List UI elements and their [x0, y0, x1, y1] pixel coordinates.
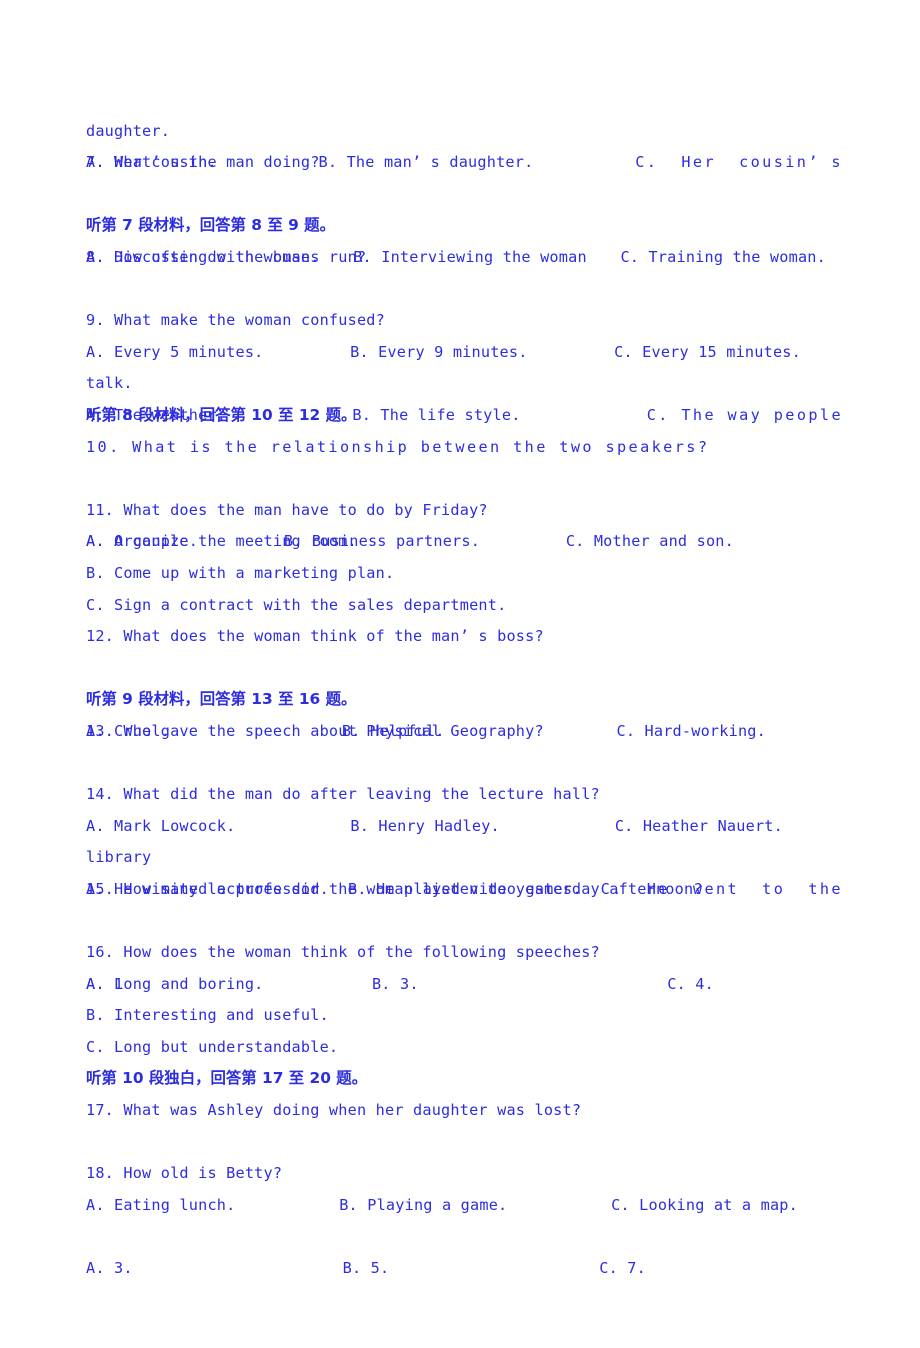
option-a: A. Long and boring.	[86, 974, 264, 993]
option-a: A. 3.	[86, 1258, 133, 1277]
question-stem: 12. What does the woman think of the man…	[86, 627, 544, 646]
option-row: A. A couple. B. Business partners. C. Mo…	[86, 463, 843, 550]
question-stem: 13. Who gave the speech about Physical G…	[86, 721, 544, 740]
option-c: C. Sign a contract with the sales depart…	[86, 595, 507, 614]
option-row: A. Cruel. B. Helpful. C. Hard-working.	[86, 653, 843, 740]
option-b: B. 5.	[342, 1258, 390, 1277]
listening-direction: 听第 10 段独白，回答第 17 至 20 题。	[86, 1069, 368, 1088]
question-stem: 9. What make the woman confused?	[86, 311, 385, 330]
option-row: A. The weather. B. The life style. C. Th…	[86, 337, 843, 424]
question-stem: 17. What was Ashley doing when her daugh…	[86, 1101, 582, 1119]
option-continuation: daughter.	[86, 121, 171, 140]
question-stem: 11. What does the man have to do by Frid…	[86, 500, 488, 519]
option-row: A. 1 B. 3. C. 4.	[86, 905, 843, 993]
option-c: C. Long but understandable.	[86, 1037, 339, 1056]
question-stem: 7. What’ s the man doing?	[86, 153, 320, 172]
option-row: A. Eating lunch. B. Playing a game. C. L…	[86, 1127, 843, 1214]
document-page: A. Her cousin. B. The man’ s daughter. C…	[0, 0, 920, 1302]
option-b: B. Come up with a marketing plan.	[86, 563, 395, 582]
question-stem: 14. What did the man do after leaving th…	[86, 785, 600, 804]
option-continuation: talk.	[86, 374, 133, 393]
option-row: A. Every 5 minutes. B. Every 9 minutes. …	[86, 274, 843, 361]
option-c: C. The way people	[646, 405, 843, 424]
option-row: A. Her cousin. B. The man’ s daughter. C…	[86, 84, 843, 171]
question-stem: 10. What is the relationship between the…	[86, 437, 710, 456]
question-stem: 15. How many lectures did the woman list…	[86, 879, 703, 898]
option-row: A. Discussing with woman. B. Interviewin…	[86, 179, 843, 266]
option-row: A. He visited a professor. B. He played …	[86, 811, 843, 898]
option-c: C. 7.	[599, 1258, 646, 1277]
option-b: B. Interesting and useful.	[86, 1006, 329, 1025]
question-stem: 18. How old is Betty?	[86, 1164, 283, 1183]
option-a: A. Organize the meeting room.	[86, 532, 357, 551]
option-a: A. The weather.	[86, 405, 227, 424]
option-b: B. The life style.	[352, 405, 521, 424]
question-stem: 8. How often do the buses run?	[86, 247, 367, 266]
question-stem: 16. How does the woman think of the foll…	[86, 943, 600, 962]
option-continuation: library	[86, 848, 152, 867]
option-row: A. Mark Lowcock. B. Henry Hadley. C. Hea…	[86, 747, 843, 835]
option-row: A. 3. B. 5. C. 7.	[86, 1190, 843, 1277]
